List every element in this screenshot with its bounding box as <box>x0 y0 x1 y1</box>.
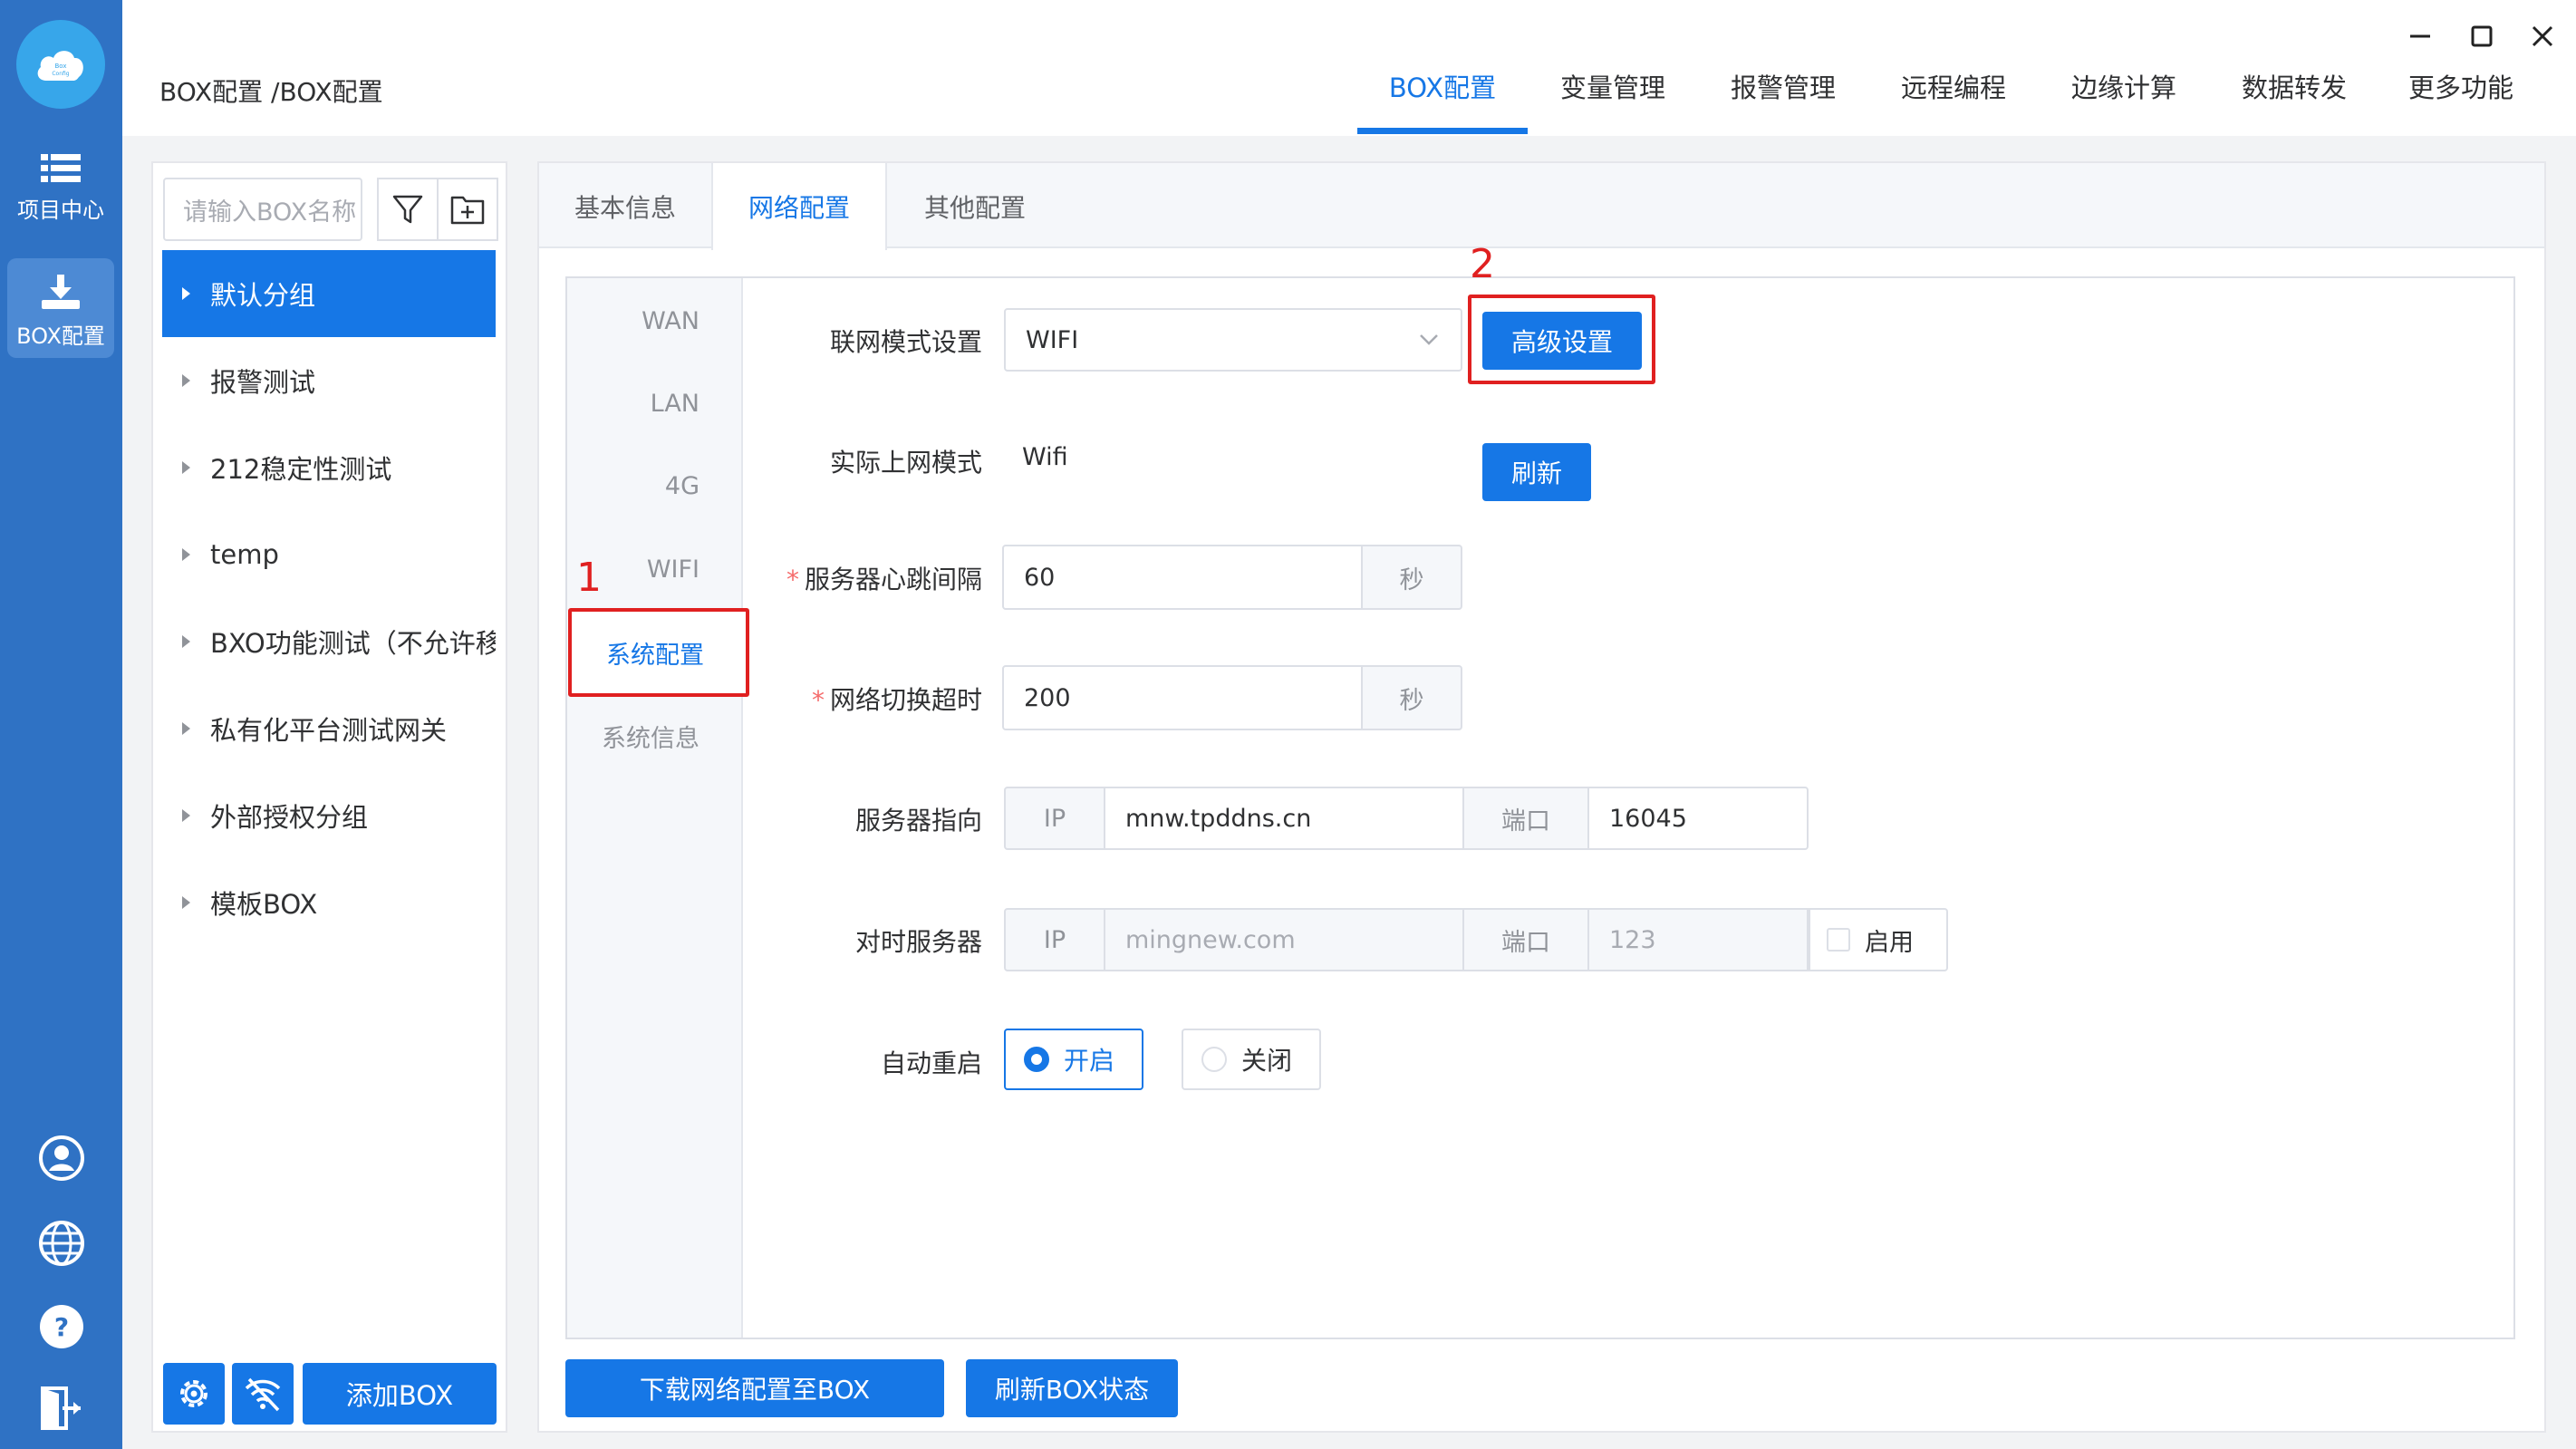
refresh-button[interactable]: 刷新 <box>1482 443 1591 501</box>
switch-timeout-input[interactable]: 200 <box>1002 665 1363 730</box>
group-item[interactable]: 模板BOX <box>162 859 496 946</box>
annotation-number-1: 1 <box>576 555 602 601</box>
radio-dot <box>1024 1047 1049 1072</box>
group-item[interactable]: 外部授权分组 <box>162 772 496 859</box>
tab-remote-programming[interactable]: 远程编程 <box>1868 65 2039 134</box>
time-server-enable-checkbox[interactable]: 启用 <box>1809 908 1948 971</box>
settings-button[interactable] <box>163 1363 225 1425</box>
server-label: 服务器指向 <box>854 806 982 836</box>
maximize-icon[interactable] <box>2455 11 2509 62</box>
user-icon[interactable] <box>33 1129 91 1187</box>
time-server-ip-addon: IP <box>1004 908 1105 971</box>
auto-restart-off-radio[interactable]: 关闭 <box>1182 1029 1321 1090</box>
add-box-button[interactable]: 添加BOX <box>303 1363 497 1425</box>
tab-other-config[interactable]: 其他配置 <box>887 163 1063 250</box>
auto-restart-label: 自动重启 <box>880 1048 982 1078</box>
gear-icon <box>180 1380 207 1407</box>
tab-edge-computing[interactable]: 边缘计算 <box>2039 65 2209 134</box>
tab-basic-info[interactable]: 基本信息 <box>539 163 711 250</box>
server-ip-addon: IP <box>1004 787 1105 850</box>
time-server-ip-input[interactable]: mingnew.com <box>1104 908 1464 971</box>
list-icon <box>41 154 81 182</box>
radio-dot <box>1201 1047 1227 1072</box>
svg-text:Config: Config <box>52 71 69 77</box>
time-server-port-addon: 端口 <box>1462 908 1589 971</box>
download-icon <box>42 275 80 309</box>
group-item[interactable]: 212稳定性测试 <box>162 424 496 511</box>
tab-data-forwarding[interactable]: 数据转发 <box>2209 65 2379 134</box>
minimize-icon[interactable] <box>2393 11 2447 62</box>
search-input[interactable]: 请输入BOX名称 <box>163 178 362 241</box>
group-item[interactable]: 报警测试 <box>162 337 496 424</box>
refresh-box-state-button[interactable]: 刷新BOX状态 <box>966 1359 1178 1417</box>
svg-text:Box: Box <box>54 63 66 70</box>
actual-mode-label: 实际上网模式 <box>829 448 982 478</box>
auto-restart-on-radio[interactable]: 开启 <box>1004 1029 1143 1090</box>
wifi-off-icon <box>245 1377 281 1412</box>
heartbeat-label: * 服务器心跳间隔 <box>786 565 982 594</box>
add-group-button[interactable] <box>437 178 498 241</box>
network-mode-select[interactable]: WIFI <box>1004 308 1462 372</box>
rail-item-label: BOX配置 <box>16 324 105 349</box>
server-port-addon: 端口 <box>1462 787 1589 850</box>
rail-item-projects[interactable]: 项目中心 <box>7 136 114 236</box>
group-item[interactable]: 私有化平台测试网关 <box>162 685 496 772</box>
filter-button[interactable] <box>377 178 439 241</box>
server-port-input[interactable]: 16045 <box>1587 787 1809 850</box>
tab-box-config[interactable]: BOX配置 <box>1357 65 1528 134</box>
time-server-label: 对时服务器 <box>854 927 982 957</box>
heartbeat-input[interactable]: 60 <box>1002 545 1363 610</box>
svg-text:?: ? <box>54 1312 69 1342</box>
advanced-settings-button[interactable]: 高级设置 <box>1482 312 1642 370</box>
time-server-port-input[interactable]: 123 <box>1587 908 1809 971</box>
group-item[interactable]: temp <box>162 511 496 598</box>
tab-more-functions[interactable]: 更多功能 <box>2379 65 2542 134</box>
checkbox-box <box>1827 928 1850 952</box>
tab-network-config[interactable]: 网络配置 <box>711 163 887 250</box>
annotation-number-2: 2 <box>1470 241 1495 287</box>
tab-variable-management[interactable]: 变量管理 <box>1528 65 1698 134</box>
network-mode-label: 联网模式设置 <box>829 327 982 357</box>
side-nav-lan[interactable]: LAN <box>567 362 743 445</box>
actual-mode-value: Wifi <box>1022 443 1068 471</box>
group-item[interactable]: BXO功能测试（不允许移动） <box>162 598 496 685</box>
app-logo: Box Config <box>16 20 105 109</box>
globe-icon[interactable] <box>33 1214 91 1272</box>
heartbeat-unit: 秒 <box>1361 545 1462 610</box>
download-config-button[interactable]: 下载网络配置至BOX <box>565 1359 944 1417</box>
switch-timeout-unit: 秒 <box>1361 665 1462 730</box>
filter-icon <box>392 195 423 224</box>
chevron-down-icon <box>1420 334 1438 345</box>
switch-timeout-label: * 网络切换超时 <box>811 685 982 715</box>
breadcrumb: BOX配置 /BOX配置 <box>159 77 383 107</box>
close-icon[interactable] <box>2515 11 2570 62</box>
tab-alarm-management[interactable]: 报警管理 <box>1698 65 1868 134</box>
rail-item-label: 项目中心 <box>17 198 104 223</box>
help-icon[interactable]: ? <box>33 1298 91 1356</box>
folder-add-icon <box>450 196 485 225</box>
server-ip-input[interactable]: mnw.tpddns.cn <box>1104 787 1464 850</box>
group-item[interactable]: 默认分组 <box>162 250 496 337</box>
exit-icon[interactable] <box>33 1379 91 1437</box>
wifi-off-button[interactable] <box>232 1363 294 1425</box>
rail-item-box-config[interactable]: BOX配置 <box>7 258 114 358</box>
